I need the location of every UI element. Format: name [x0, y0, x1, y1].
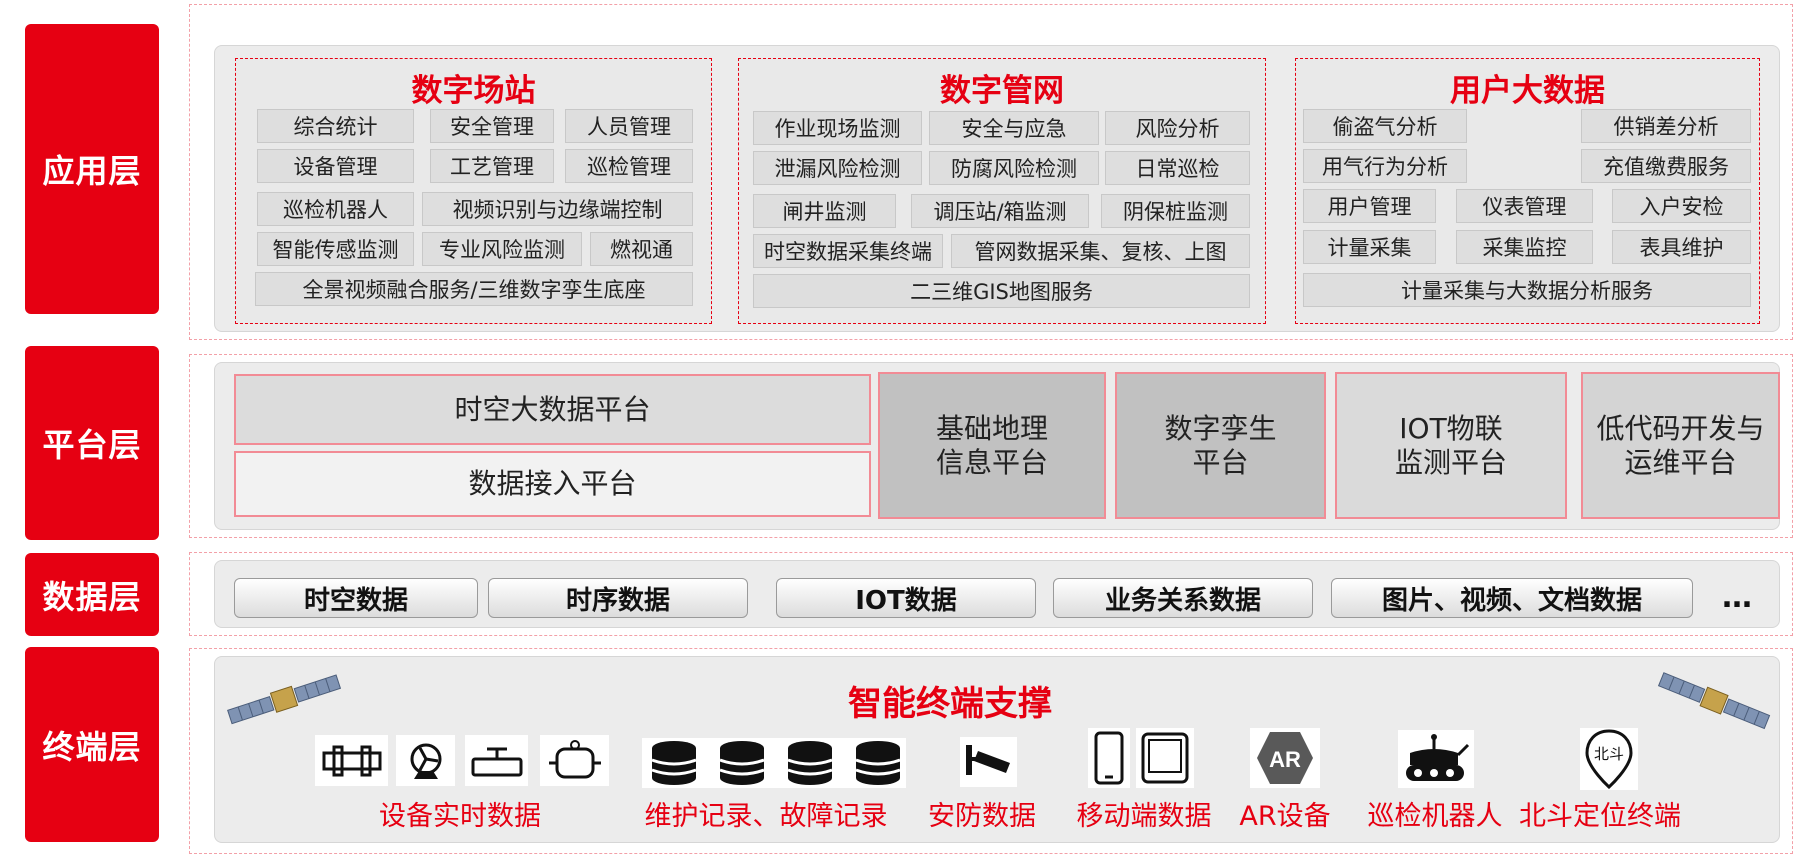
pipenet-item: 闸井监测 — [753, 194, 896, 228]
basic-geo-line2: 信息平台 — [935, 445, 1048, 479]
digital-twin-line1: 数字孪生 — [1164, 411, 1277, 445]
pipe-icon — [315, 735, 388, 786]
satellite-icon — [1657, 672, 1771, 730]
pipenet-item: 阴保桩监测 — [1101, 194, 1250, 228]
user-item: 偷盗气分析 — [1303, 109, 1467, 143]
data-item-spatiotemporal: 时空数据 — [234, 578, 478, 618]
basic-geo-line1: 基础地理 — [935, 411, 1048, 445]
smartphone-icon — [1088, 728, 1130, 788]
station-item: 巡检机器人 — [257, 192, 414, 226]
layer-label-terminal: 终端层 — [25, 647, 159, 842]
ar-hexagon-icon: AR — [1250, 728, 1320, 788]
valve-fan-icon — [396, 735, 455, 786]
station-item: 专业风险监测 — [422, 232, 582, 266]
terminal-title: 智能终端支撑 — [848, 684, 1052, 724]
layer-label-data: 数据层 — [25, 553, 159, 636]
pipenet-item: 安全与应急 — [929, 111, 1099, 145]
data-item-timeseries: 时序数据 — [488, 578, 748, 618]
pipenet-item: 时空数据采集终端 — [753, 234, 943, 268]
station-item: 巡检管理 — [565, 149, 693, 183]
database-icon-row — [642, 738, 906, 788]
map-pin-icon: 北斗 — [1580, 728, 1638, 790]
terminal-label-robot: 巡检机器人 — [1367, 801, 1503, 832]
pipenet-item: 日常巡检 — [1105, 151, 1250, 185]
terminal-label-security: 安防数据 — [928, 801, 1036, 832]
ar-badge-text: AR — [1269, 747, 1301, 772]
user-item: 用户管理 — [1303, 189, 1436, 223]
station-item: 人员管理 — [565, 109, 693, 143]
data-item-iot: IOT数据 — [776, 578, 1036, 618]
basic-geo-platform: 基础地理 信息平台 — [878, 372, 1106, 519]
iot-line1: IOT物联 — [1399, 411, 1503, 445]
iot-line2: 监测平台 — [1394, 445, 1507, 479]
pipenet-item: 防腐风险检测 — [929, 151, 1099, 185]
station-item: 设备管理 — [257, 149, 414, 183]
data-more-ellipsis: … — [1722, 580, 1752, 615]
pipenet-item: 管网数据采集、复核、上图 — [951, 234, 1250, 268]
lowcode-line1: 低代码开发与 — [1596, 411, 1765, 445]
database-icon — [651, 741, 901, 785]
cctv-camera-icon — [960, 737, 1017, 787]
user-item: 计量采集与大数据分析服务 — [1303, 273, 1751, 307]
terminal-label-ar: AR设备 — [1239, 801, 1331, 832]
layer-label-app: 应用层 — [25, 24, 159, 314]
user-item: 仪表管理 — [1456, 189, 1593, 223]
data-access-platform: 数据接入平台 — [234, 451, 871, 517]
pipe-valve-icon — [465, 735, 528, 786]
satellite-icon — [227, 674, 342, 725]
user-title: 用户大数据 — [1450, 73, 1605, 109]
digital-twin-line2: 平台 — [1192, 445, 1249, 479]
terminal-label-mobile: 移动端数据 — [1076, 801, 1212, 832]
user-item: 采集监控 — [1456, 230, 1593, 264]
station-item: 燃视通 — [590, 232, 693, 266]
pipenet-item: 风险分析 — [1105, 111, 1250, 145]
meter-icon — [540, 735, 609, 786]
pipenet-item: 作业现场监测 — [753, 111, 922, 145]
spatial-bigdata-platform: 时空大数据平台 — [234, 374, 871, 445]
user-item: 充值缴费服务 — [1581, 149, 1751, 183]
iot-monitor-platform: IOT物联 监测平台 — [1335, 372, 1567, 519]
station-title: 数字场站 — [411, 73, 536, 109]
pipenet-item: 二三维GIS地图服务 — [753, 274, 1250, 308]
station-item: 全景视频融合服务/三维数字孪生底座 — [255, 272, 693, 306]
terminal-label-device-realtime: 设备实时数据 — [379, 801, 541, 832]
station-item: 安全管理 — [430, 109, 554, 143]
beidou-badge-text: 北斗 — [1594, 745, 1624, 763]
station-item: 视频识别与边缘端控制 — [422, 192, 693, 226]
user-item: 表具维护 — [1612, 230, 1751, 264]
user-item: 计量采集 — [1303, 230, 1436, 264]
digital-twin-platform: 数字孪生 平台 — [1115, 372, 1326, 519]
user-item: 供销差分析 — [1581, 109, 1751, 143]
lowcode-platform: 低代码开发与 运维平台 — [1581, 372, 1780, 519]
station-item: 工艺管理 — [430, 149, 554, 183]
pipenet-title: 数字管网 — [940, 73, 1064, 109]
user-item: 用气行为分析 — [1303, 149, 1467, 183]
data-item-media: 图片、视频、文档数据 — [1331, 578, 1693, 618]
lowcode-line2: 运维平台 — [1624, 445, 1737, 479]
robot-icon — [1398, 730, 1474, 788]
terminal-label-beidou: 北斗定位终端 — [1519, 801, 1681, 832]
data-item-business: 业务关系数据 — [1053, 578, 1313, 618]
pipenet-item: 泄漏风险检测 — [753, 151, 922, 185]
terminal-label-maintenance: 维护记录、故障记录 — [644, 801, 888, 832]
station-item: 综合统计 — [257, 109, 414, 143]
station-item: 智能传感监测 — [257, 232, 414, 266]
user-item: 入户安检 — [1612, 189, 1751, 223]
layer-label-platform: 平台层 — [25, 346, 159, 540]
pipenet-item: 调压站/箱监测 — [911, 194, 1089, 228]
tablet-icon — [1136, 728, 1194, 788]
